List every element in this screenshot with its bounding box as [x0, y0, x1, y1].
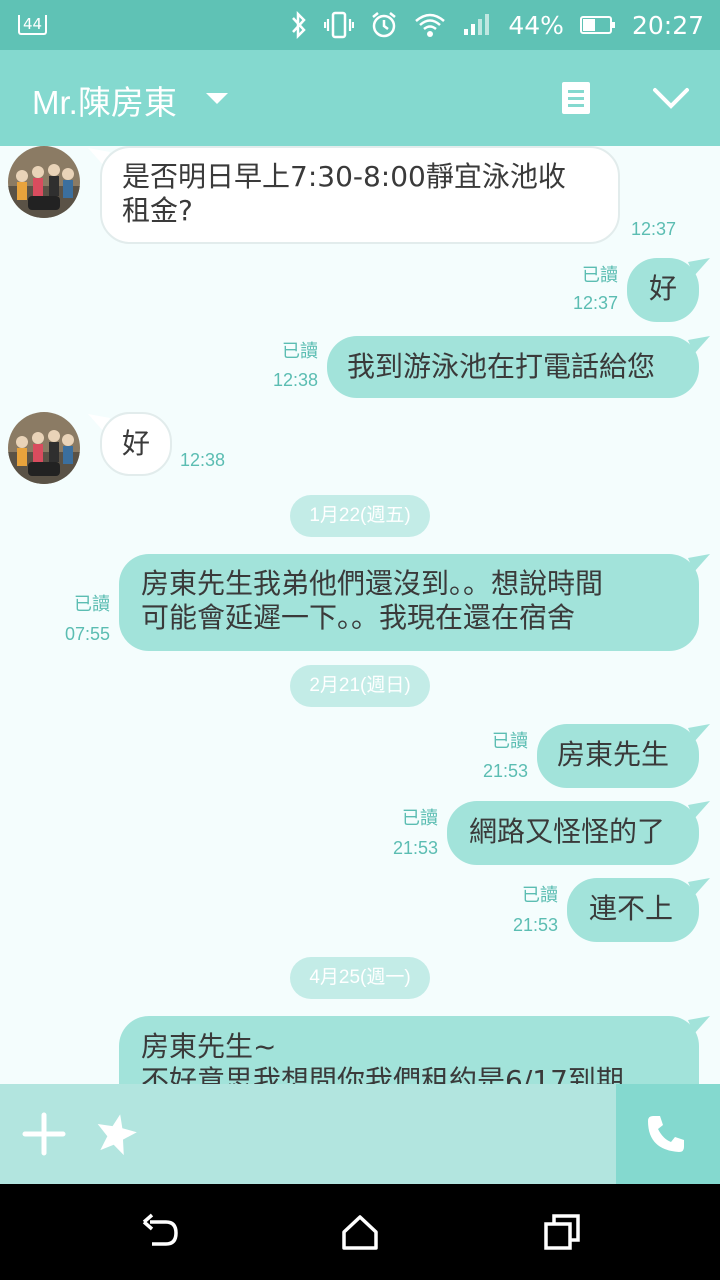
message-bubble-outgoing[interactable]: 房東先生~ 不好意思我想問你我們租約是6/17到期	[119, 1016, 699, 1084]
chat-messages[interactable]: 是否明日早上7:30-8:00靜宜泳池收 租金? 12:37 已讀 12:37 …	[0, 146, 720, 1084]
home-icon[interactable]	[340, 1212, 380, 1252]
system-nav-bar	[0, 1184, 720, 1280]
bubble-tail	[688, 554, 710, 572]
message-bubble-outgoing[interactable]: 網路又怪怪的了	[447, 801, 699, 865]
message-text: 好	[121, 427, 150, 460]
read-receipt: 已讀	[522, 885, 558, 905]
message-time: 12:37	[572, 293, 618, 313]
bubble-tail	[688, 1016, 710, 1034]
message-text: 網路又怪怪的了	[469, 815, 666, 848]
sticker-icon[interactable]	[94, 1112, 138, 1156]
bubble-tail	[688, 258, 710, 276]
wifi-icon	[415, 13, 446, 37]
message-bubble-outgoing[interactable]: 房東先生我弟他們還沒到。。想說時間 可能會延遲一下。。我現在還在宿舍	[119, 554, 699, 651]
clock-time: 20:27	[631, 10, 704, 40]
message-time: 21:53	[392, 838, 438, 858]
read-receipt: 已讀	[74, 594, 110, 614]
note-icon[interactable]	[560, 81, 592, 115]
battery-icon	[579, 16, 615, 34]
bluetooth-icon	[292, 11, 307, 39]
message-time: 21:53	[512, 915, 558, 935]
message-bubble-outgoing[interactable]: 我到游泳池在打電話給您	[327, 336, 699, 398]
message-text: 房東先生我弟他們還沒到。。想說時間 可能會延遲一下。。我現在還在宿舍	[141, 567, 604, 634]
message-text: 我到游泳池在打電話給您	[347, 350, 656, 383]
message-text: 房東先生	[557, 738, 670, 771]
notification-count: 44	[18, 15, 48, 35]
message-bubble-incoming[interactable]: 好	[100, 412, 172, 476]
avatar[interactable]	[8, 412, 80, 484]
message-time: 21:53	[482, 761, 528, 781]
chat-header: Mr.陳房東	[0, 50, 720, 146]
bubble-tail	[688, 724, 710, 742]
plus-icon[interactable]	[22, 1112, 66, 1156]
battery-percent: 44%	[508, 10, 564, 40]
dropdown-caret-icon[interactable]	[206, 93, 228, 104]
date-separator: 2月21(週日)	[290, 665, 430, 707]
message-bubble-outgoing[interactable]: 連不上	[567, 878, 699, 942]
avatar[interactable]	[8, 146, 80, 218]
message-time: 12:38	[180, 450, 226, 470]
message-bubble-outgoing[interactable]: 房東先生	[537, 724, 699, 788]
chat-title[interactable]: Mr.陳房東	[32, 76, 177, 124]
bubble-tail	[688, 336, 710, 354]
date-separator: 1月22(週五)	[290, 495, 430, 537]
phone-icon[interactable]	[644, 1112, 688, 1156]
message-text: 連不上	[589, 892, 674, 925]
message-text: 是否明日早上7:30-8:00靜宜泳池收 租金?	[122, 160, 566, 227]
date-separator: 4月25(週一)	[290, 957, 430, 999]
recents-icon[interactable]	[542, 1212, 582, 1252]
read-receipt: 已讀	[582, 265, 618, 285]
message-bubble-incoming[interactable]: 是否明日早上7:30-8:00靜宜泳池收 租金?	[100, 146, 620, 244]
read-receipt: 已讀	[492, 731, 528, 751]
signal-icon	[464, 14, 490, 35]
status-bar: 44 44% 20:27	[0, 0, 720, 50]
back-icon[interactable]	[140, 1212, 180, 1252]
message-time: 07:55	[64, 624, 110, 644]
call-button[interactable]	[616, 1084, 720, 1184]
read-receipt: 已讀	[402, 808, 438, 828]
message-time: 12:37	[631, 219, 677, 239]
vibrate-icon	[324, 11, 355, 39]
message-text: 房東先生~ 不好意思我想問你我們租約是6/17到期	[141, 1030, 624, 1084]
input-bar	[0, 1084, 720, 1184]
message-time: 12:38	[272, 370, 318, 390]
alarm-icon	[372, 12, 397, 38]
bubble-tail	[688, 878, 710, 896]
chevron-down-icon[interactable]	[651, 84, 691, 112]
notification-badge: 44	[18, 0, 48, 50]
read-receipt: 已讀	[282, 341, 318, 361]
bubble-tail	[688, 801, 710, 819]
status-icons: 44% 20:27	[290, 0, 704, 50]
